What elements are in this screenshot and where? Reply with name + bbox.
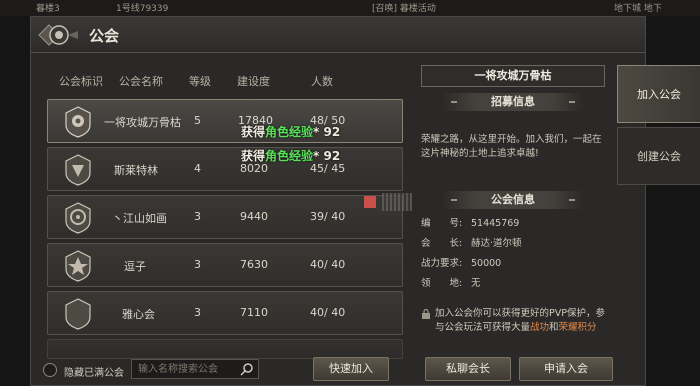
col-header-level: 等级 [189, 75, 211, 88]
xp-popup: 获得角色经验* 92 [241, 125, 341, 139]
col-header-build: 建设度 [237, 75, 270, 88]
table-row[interactable]: 斯莱特林 4 8020 45/ 45 [47, 147, 403, 191]
quick-join-button[interactable]: 快速加入 [313, 357, 389, 381]
info-field-territory: 领 地: 无 [421, 278, 481, 289]
window-title: 公会 [89, 27, 120, 45]
topbar-right: 地下城 地下 [614, 4, 662, 14]
guild-name: 雅心会 [122, 308, 155, 321]
info-field-leader: 会 长: 赫达·道尔顿 [421, 238, 522, 249]
guild-build: 7630 [240, 258, 268, 271]
guild-name: 丶江山如画 [112, 212, 167, 225]
hide-full-label: 隐藏已满公会 [64, 368, 124, 379]
guild-crest-icon [65, 202, 91, 234]
topbar-coords: 1号线79339 [116, 4, 169, 14]
col-header-emblem: 公会标识 [59, 75, 103, 88]
top-status-bar: 暮楼3 1号线79339 [召唤] 暮楼活动 地下城 地下 [0, 0, 700, 16]
tab-join-guild[interactable]: 加入公会 [617, 65, 700, 123]
topbar-left: 暮楼3 [36, 4, 60, 14]
guild-crest-icon [65, 106, 91, 138]
table-row[interactable]: 逗子 3 7630 40/ 40 [47, 243, 403, 287]
guild-members: 40/ 40 [310, 258, 346, 271]
hide-full-radio[interactable] [43, 363, 57, 377]
info-guild-name: 一将攻城万骨枯 [421, 65, 605, 87]
col-header-members: 人数 [311, 75, 333, 88]
guild-name: 斯莱特林 [114, 164, 158, 177]
join-notice: 加入公会你可以获得更好的PVP保护，参与公会玩法可获得大量战功和荣耀积分 [435, 308, 605, 333]
recruit-header: 招募信息 [441, 93, 585, 111]
guild-list: 公会标识 公会名称 等级 建设度 人数 一将攻城万骨枯 5 17840 48/ … [37, 61, 409, 371]
guild-level: 3 [194, 210, 201, 223]
guild-level: 3 [194, 258, 201, 271]
table-row[interactable]: 丶江山如画 3 9440 39/ 40 [47, 195, 403, 239]
guild-emblem-icon [38, 24, 78, 46]
guild-level: 3 [194, 306, 201, 319]
glitch-artifact [382, 193, 412, 211]
glitch-artifact [364, 196, 376, 208]
table-row[interactable]: 一将攻城万骨枯 5 17840 48/ 50 [47, 99, 403, 143]
topbar-mid: [召唤] 暮楼活动 [372, 4, 436, 14]
guild-members: 39/ 40 [310, 210, 346, 223]
guild-info-header: 公会信息 [441, 191, 585, 209]
guild-name: 逗子 [124, 260, 146, 273]
table-row[interactable]: 雅心会 3 7110 40/ 40 [47, 291, 403, 335]
guild-build: 7110 [240, 306, 268, 319]
guild-name: 一将攻城万骨枯 [104, 116, 181, 129]
info-field-id: 编 号: 51445769 [421, 218, 520, 229]
guild-level: 4 [194, 162, 201, 175]
tab-create-guild[interactable]: 创建公会 [617, 127, 700, 185]
info-field-power: 战力要求: 50000 [421, 258, 502, 269]
table-row[interactable] [47, 339, 403, 359]
col-header-name: 公会名称 [119, 75, 163, 88]
guild-build: 9440 [240, 210, 268, 223]
guild-info-panel: 一将攻城万骨枯 招募信息 荣耀之路，从这里开始。加入我们，一起在这片神秘的土地上… [415, 61, 611, 375]
guild-level: 5 [194, 114, 201, 127]
title-bar: 公会 [31, 17, 645, 53]
guild-members: 40/ 40 [310, 306, 346, 319]
recruit-text: 荣耀之路，从这里开始。加入我们，一起在这片神秘的土地上追求卓越! [421, 134, 602, 159]
search-icon[interactable] [239, 362, 255, 376]
xp-popup: 获得角色经验* 92 [241, 149, 341, 163]
guild-crest-icon [65, 298, 91, 330]
guild-crest-icon [65, 250, 91, 282]
lock-icon [422, 309, 430, 319]
guild-window: 公会 公会标识 公会名称 等级 建设度 人数 一将攻城万骨枯 5 17840 4… [30, 16, 700, 386]
guild-crest-icon [65, 154, 91, 186]
